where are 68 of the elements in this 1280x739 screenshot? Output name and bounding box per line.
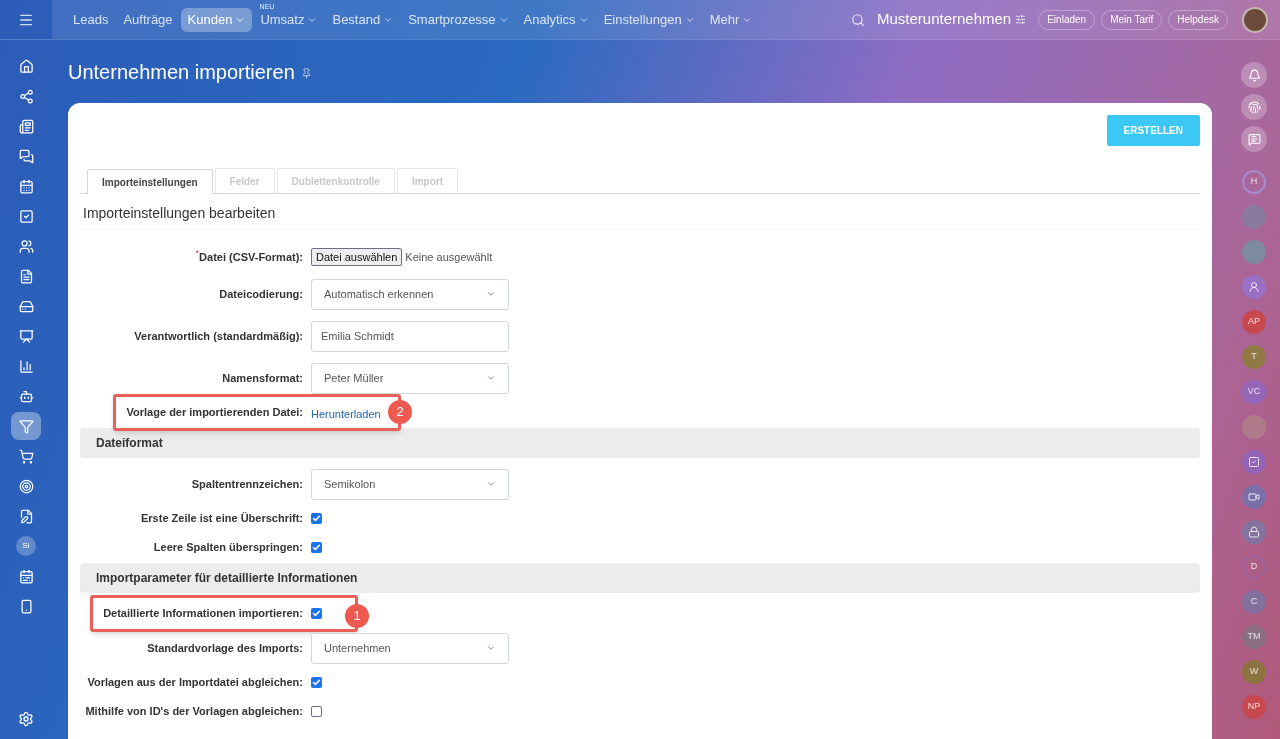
contact-avatar[interactable]: VC — [1242, 380, 1266, 404]
sliders-icon[interactable] — [1015, 14, 1027, 25]
checkbox[interactable] — [311, 513, 322, 524]
contact-avatar[interactable]: D — [1242, 555, 1266, 579]
nav-item[interactable]: Kunden — [180, 7, 253, 32]
task-icon[interactable] — [1242, 450, 1266, 474]
contact-avatar[interactable]: NP — [1242, 695, 1266, 719]
nav-item[interactable]: Mehr — [702, 7, 760, 32]
select-field[interactable]: Automatisch erkennen — [311, 278, 509, 310]
field-label: Vorlage der importierenden Datei: — [126, 405, 303, 421]
video-icon[interactable] — [1242, 485, 1266, 509]
contact-avatar[interactable]: W — [1242, 660, 1266, 684]
field-label: Mithilfe von ID's der Vorlagen abgleichen: — [85, 704, 303, 720]
input-field[interactable]: Emilia Schmidt — [311, 320, 509, 352]
callout-badge: 2 — [388, 400, 412, 424]
tab[interactable]: Importeinstellungen — [87, 169, 213, 194]
form-heading: Importeinstellungen bearbeiten — [80, 194, 1200, 230]
caret-icon — [486, 289, 496, 299]
user-avatar[interactable] — [1242, 6, 1268, 33]
contact-avatar[interactable]: T — [1242, 345, 1266, 369]
download-link[interactable]: Herunterladen — [311, 407, 381, 420]
chat-search-icon[interactable] — [1241, 126, 1267, 152]
caret-icon — [486, 479, 496, 489]
group-icon[interactable] — [1242, 275, 1266, 299]
fingerprint-icon[interactable] — [1241, 94, 1267, 120]
select-field[interactable]: Semikolon — [311, 468, 509, 500]
field-label: Dateicodierung: — [219, 286, 303, 302]
field-label: Namensformat: — [222, 370, 303, 386]
lock-icon[interactable] — [1242, 520, 1266, 544]
nav-item[interactable]: Einstellungen — [596, 7, 702, 32]
nav-item[interactable]: Smartprozesse — [401, 7, 516, 32]
page-title: Unternehmen importieren — [68, 59, 295, 85]
field-label: Erste Zeile ist eine Überschrift: — [141, 511, 303, 527]
section-header: Importparameter für detaillierte Informationen — [80, 563, 1200, 593]
field-label: Detaillierte Informationen importieren: — [103, 606, 303, 622]
callout-badge: 1 — [345, 604, 369, 628]
pin-icon[interactable] — [300, 68, 312, 79]
nav-item[interactable]: Leads — [66, 7, 116, 32]
field-label: Vorlagen aus der Importdatei abgleichen: — [87, 675, 303, 691]
nav-item[interactable]: Aufträge — [116, 7, 180, 32]
file-status: Keine ausgewählt — [405, 249, 493, 265]
field-label: Verantwortlich (standardmäßig): — [134, 328, 303, 344]
section-header: Dateiformat — [80, 428, 1200, 458]
select-field[interactable]: Peter Müller — [311, 362, 509, 394]
create-button[interactable]: ERSTELLEN — [1106, 115, 1200, 146]
choose-file-button[interactable]: Datei auswählen — [311, 248, 403, 266]
filter-icon[interactable] — [11, 412, 41, 440]
checkbox[interactable] — [311, 677, 322, 688]
contact-avatar[interactable]: TM — [1242, 625, 1266, 649]
contact-avatar[interactable]: C — [1242, 590, 1266, 614]
select-field[interactable]: Unternehmen — [311, 632, 509, 664]
caret-icon — [486, 643, 496, 653]
caret-icon — [486, 373, 496, 383]
field-label: Datei (CSV-Format): — [199, 249, 303, 265]
contact-avatar[interactable]: H — [1242, 170, 1266, 194]
field-label: Spaltentrennzeichen: — [191, 476, 303, 492]
bell-icon[interactable] — [1241, 62, 1267, 88]
checkbox[interactable] — [311, 608, 322, 619]
field-label: Standardvorlage des Imports: — [147, 640, 303, 656]
checkbox[interactable] — [311, 542, 322, 553]
checkbox[interactable] — [311, 706, 322, 717]
nav-item[interactable]: Bestand — [325, 7, 401, 32]
required-mark: * — [195, 248, 200, 258]
search-icon[interactable] — [850, 12, 865, 27]
contact-avatar[interactable]: AP — [1242, 310, 1266, 334]
field-label: Leere Spalten überspringen: — [153, 540, 303, 556]
company-name[interactable]: Musterunternehmen — [876, 8, 1012, 31]
nav-item[interactable]: Analytics — [516, 7, 596, 32]
